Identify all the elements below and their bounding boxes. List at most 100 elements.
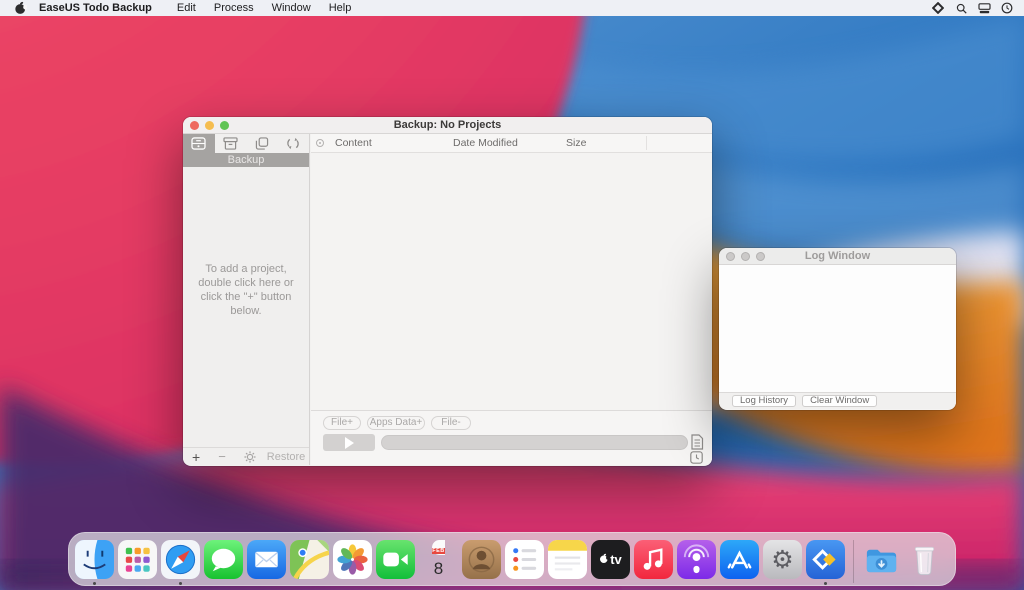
trash-icon bbox=[905, 540, 944, 579]
dock-item-apple-tv[interactable]: tv bbox=[591, 540, 630, 579]
facetime-icon bbox=[376, 540, 415, 579]
dock-item-photos[interactable] bbox=[333, 540, 372, 579]
tab-backup[interactable] bbox=[183, 134, 215, 153]
dock-item-downloads[interactable] bbox=[862, 540, 901, 579]
menu-bar: EaseUS Todo Backup Edit Process Window H… bbox=[0, 0, 1024, 16]
dock-item-trash[interactable] bbox=[905, 540, 944, 579]
app-store-icon bbox=[720, 540, 759, 579]
column-content[interactable]: Content bbox=[335, 137, 372, 149]
project-settings-button[interactable] bbox=[235, 451, 265, 463]
log-zoom-button[interactable] bbox=[756, 252, 765, 261]
apple-tv-icon: tv bbox=[591, 540, 630, 579]
dock-item-calendar[interactable]: FEB 8 bbox=[419, 540, 458, 579]
backup-content-pane: Content Date Modified Size File+ Apps Da… bbox=[311, 134, 712, 465]
calendar-day: 8 bbox=[419, 557, 458, 581]
tab-sync[interactable] bbox=[278, 134, 310, 153]
music-icon bbox=[634, 540, 673, 579]
dock-item-mail[interactable] bbox=[247, 540, 286, 579]
menu-edit[interactable]: Edit bbox=[168, 2, 205, 14]
add-project-button[interactable]: + bbox=[183, 449, 209, 465]
restore-button[interactable]: Restore bbox=[267, 451, 306, 463]
apple-logo-glyph bbox=[599, 553, 609, 567]
clock-icon[interactable] bbox=[1000, 1, 1014, 15]
minimize-button[interactable] bbox=[205, 121, 214, 130]
apple-icon bbox=[14, 1, 27, 15]
calendar-icon: FEB 8 bbox=[419, 540, 458, 581]
dock-item-podcasts[interactable] bbox=[677, 540, 716, 579]
dock-item-finder[interactable] bbox=[75, 540, 114, 579]
dock: FEB 8 bbox=[68, 532, 956, 586]
menu-process[interactable]: Process bbox=[205, 2, 263, 14]
dock-item-app-store[interactable] bbox=[720, 540, 759, 579]
maps-icon bbox=[290, 540, 329, 579]
column-size[interactable]: Size bbox=[566, 137, 586, 149]
gear-icon bbox=[244, 451, 256, 463]
dock-separator bbox=[853, 540, 854, 583]
apps-data-add-button[interactable]: Apps Data+ bbox=[367, 416, 425, 430]
timer-icon bbox=[690, 451, 703, 464]
action-bar: File+ Apps Data+ File- bbox=[311, 410, 712, 465]
easeus-status-icon[interactable] bbox=[931, 1, 945, 15]
sidebar-section-header: Backup bbox=[183, 153, 309, 167]
log-close-button[interactable] bbox=[726, 252, 735, 261]
project-sidebar: Backup To add a project, double click he… bbox=[183, 134, 310, 465]
menu-help[interactable]: Help bbox=[320, 2, 361, 14]
podcasts-icon bbox=[677, 540, 716, 579]
dock-item-contacts[interactable] bbox=[462, 540, 501, 579]
file-list-area[interactable] bbox=[311, 153, 712, 411]
start-backup-button[interactable] bbox=[323, 434, 375, 451]
file-add-button[interactable]: File+ bbox=[323, 416, 361, 430]
dock-item-messages[interactable] bbox=[204, 540, 243, 579]
view-log-button[interactable] bbox=[690, 434, 705, 450]
tab-clone[interactable] bbox=[246, 134, 278, 153]
close-button[interactable] bbox=[190, 121, 199, 130]
dock-item-reminders[interactable] bbox=[505, 540, 544, 579]
remove-project-button[interactable]: − bbox=[209, 449, 235, 464]
backup-status-icon[interactable] bbox=[977, 1, 991, 15]
menu-window[interactable]: Window bbox=[263, 2, 320, 14]
tab-archive[interactable] bbox=[215, 134, 247, 153]
safari-icon bbox=[161, 540, 200, 579]
active-app-menu[interactable]: EaseUS Todo Backup bbox=[39, 2, 152, 14]
play-icon bbox=[345, 437, 354, 449]
column-divider[interactable] bbox=[646, 136, 647, 150]
dock-item-easeus-todo-backup[interactable] bbox=[806, 540, 845, 579]
dock-item-notes[interactable] bbox=[548, 540, 587, 579]
column-date-modified[interactable]: Date Modified bbox=[453, 137, 518, 149]
dock-item-system-preferences[interactable]: ⚙ bbox=[763, 540, 802, 579]
apple-menu[interactable] bbox=[14, 1, 27, 15]
log-history-button[interactable]: Log History bbox=[732, 395, 796, 407]
zoom-button[interactable] bbox=[220, 121, 229, 130]
mode-tab-bar bbox=[183, 134, 309, 153]
log-output-area[interactable] bbox=[719, 265, 956, 393]
log-window-titlebar[interactable]: Log Window bbox=[719, 248, 956, 265]
contacts-icon bbox=[462, 540, 501, 579]
file-remove-button[interactable]: File- bbox=[431, 416, 471, 430]
launchpad-icon bbox=[118, 540, 157, 579]
select-column-icon[interactable] bbox=[316, 139, 324, 147]
easeus-todo-backup-icon bbox=[806, 540, 845, 579]
main-window-title: Backup: No Projects bbox=[183, 119, 712, 131]
reminders-icon bbox=[505, 540, 544, 579]
dock-item-maps[interactable] bbox=[290, 540, 329, 579]
log-footer: Log History Clear Window bbox=[719, 393, 956, 409]
progress-bar bbox=[381, 435, 688, 450]
dock-item-safari[interactable] bbox=[161, 540, 200, 579]
mail-icon bbox=[247, 540, 286, 579]
notes-icon bbox=[548, 540, 587, 579]
archive-box-icon bbox=[223, 137, 238, 150]
schedule-button[interactable] bbox=[690, 451, 705, 466]
spotlight-search-icon[interactable] bbox=[954, 1, 968, 15]
clear-window-button[interactable]: Clear Window bbox=[802, 395, 877, 407]
dock-item-facetime[interactable] bbox=[376, 540, 415, 579]
log-minimize-button[interactable] bbox=[741, 252, 750, 261]
sidebar-empty-hint[interactable]: To add a project, double click here or c… bbox=[183, 262, 309, 318]
messages-icon bbox=[204, 540, 243, 579]
file-table-header: Content Date Modified Size bbox=[311, 134, 712, 153]
dock-item-launchpad[interactable] bbox=[118, 540, 157, 579]
main-window-titlebar[interactable]: Backup: No Projects bbox=[183, 117, 712, 134]
log-document-icon bbox=[690, 434, 704, 450]
main-window: Backup: No Projects bbox=[183, 117, 712, 466]
calendar-month: FEB bbox=[432, 548, 445, 554]
dock-item-music[interactable] bbox=[634, 540, 673, 579]
